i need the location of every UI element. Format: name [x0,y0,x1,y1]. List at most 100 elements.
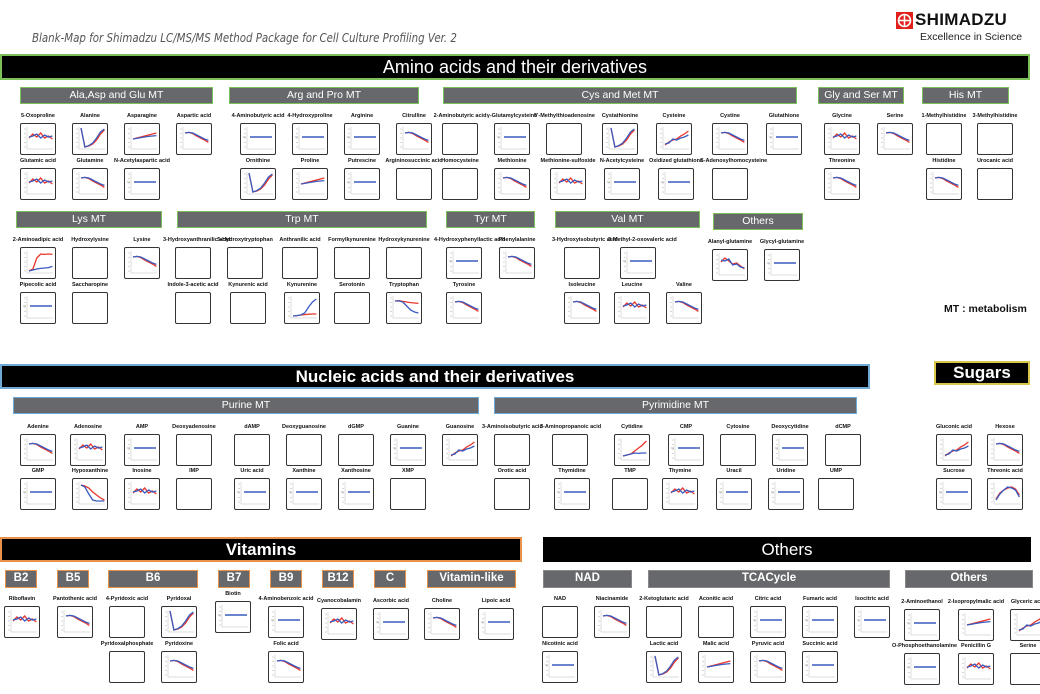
metabolite-label: Malic acid [702,641,730,647]
metabolite-label: Pantothenic acid [52,596,97,602]
plot-axes [626,251,653,274]
group-header-purine: Purine MT [13,397,479,414]
plot-axes [942,482,969,505]
mini-plot [668,434,704,466]
group-header-c: C [374,570,406,588]
mini-plot [240,123,276,155]
metabolite-label: Guanosine [445,424,475,430]
metabolite-cell: XMP [378,467,438,510]
plot-axes [221,605,248,628]
metabolite-label: Hydroxykynurenine [378,237,430,243]
mini-plot [72,123,108,155]
mini-plot [766,123,802,155]
metabolite-cell: 3-Aminoisobutyric acid [482,423,543,466]
empty-plot-box [612,478,648,510]
metabolite-label: Guanine [396,424,419,430]
plot-axes [130,251,157,274]
mini-plot [20,168,56,200]
mini-plot [926,168,962,200]
mini-plot [698,651,734,683]
series-red-line [572,300,597,312]
section-banner-nucleic: Nucleic acids and their derivatives [0,364,870,389]
plot-axes [672,296,699,319]
mini-plot [604,168,640,200]
metabolite-label: Alanine [80,113,100,119]
mini-plot [987,478,1023,510]
metabolite-label: Hydroxylysine [71,237,109,243]
plot-axes [932,172,959,195]
metabolite-label: Lipoic acid [481,598,511,604]
metabolite-cell: Deoxyguanosine [274,423,334,466]
metabolite-cell: Ornithine [228,157,288,200]
plot-axes [167,655,194,678]
plot-axes [392,296,419,319]
shimadzu-logo: SHIMADZU Excellence in Science [896,10,1036,43]
plot-axes [130,172,157,195]
group-header-lys: Lys MT [16,211,162,228]
series-red-line [28,442,53,454]
group-header-b6: B6 [108,570,198,588]
plot-axes [756,655,783,678]
metabolite-label: Serine [1019,643,1037,649]
metabolite-cell: 2-Isopropylmalic acid [946,598,1006,641]
plot-axes [396,438,423,461]
metabolite-cell: 2-Aminoethanol [892,598,952,641]
section-banner-vitamins: Vitamins [0,537,522,562]
metabolite-cell: Alanine [60,112,120,155]
metabolite-cell: Deoxyadenosine [164,423,224,466]
metabolite-cell: Cysteine [644,112,704,155]
metabolite-label: 3-Methylhistidine [972,113,1018,119]
group-header-tyr: Tyr MT [446,211,535,228]
mini-plot [176,123,212,155]
series-red-line [758,659,783,671]
empty-plot-box [552,434,588,466]
metabolite-label: Xanthosine [341,468,371,474]
metabolite-label: Oxidized glutathione [648,158,704,164]
metabolite-label: 2-Aminoadipic acid [12,237,64,243]
plot-axes [448,438,475,461]
metabolite-cell: Hexose [975,423,1035,466]
metabolite-label: Lactic acid [649,641,679,647]
metabolite-cell: Aspartic acid [164,112,224,155]
metabolite-cell: 2-Ketoglutaric acid [634,595,694,638]
group-header-b12: B12 [322,570,354,588]
mini-plot [614,434,650,466]
metabolite-cell: Cystine [700,112,760,155]
metabolite-cell: Serotonin [322,281,382,324]
empty-plot-box [176,478,212,510]
mini-plot [373,608,409,640]
group-header-aaoth: Others [713,213,803,230]
series-red-line [65,614,90,626]
mini-plot [904,609,940,641]
metabolite-label: Citric acid [754,596,782,602]
metabolite-label: Methionine [497,158,527,164]
metabolite-label: 2-Isopropylmalic acid [947,599,1005,605]
plot-axes [883,127,910,150]
metabolite-cell: Aconitic acid [686,595,746,638]
metabolite-label: 4-Hydroxyproline [287,113,333,119]
series-red-line [507,255,532,267]
empty-plot-box [227,247,263,279]
group-header-b9: B9 [270,570,302,588]
series-blue-line [944,445,969,456]
metabolite-cell: Pyridoxine [149,640,209,683]
group-header-pyr: Pyrimidine MT [494,397,857,414]
metabolite-cell: N-Acetylcysteine [592,157,652,200]
mini-plot [20,478,56,510]
metabolite-cell: Arginine [332,112,392,155]
plot-axes [350,172,377,195]
metabolite-label: Pyruvic acid [751,641,785,647]
mini-plot [124,478,160,510]
mini-plot [564,292,600,324]
metabolite-label: Cytosine [726,424,750,430]
empty-plot-box [825,434,861,466]
metabolite-cell: Biotin [203,590,263,633]
metabolite-label: 4-Aminobutyric acid [231,113,285,119]
metabolite-cell: dCMP [813,423,873,466]
plot-axes [722,482,749,505]
metabolite-label: Kynurenic acid [228,282,268,288]
metabolite-label: Biotin [225,591,241,597]
metabolite-label: dGMP [348,424,364,430]
empty-plot-box [390,478,426,510]
mini-plot [658,168,694,200]
